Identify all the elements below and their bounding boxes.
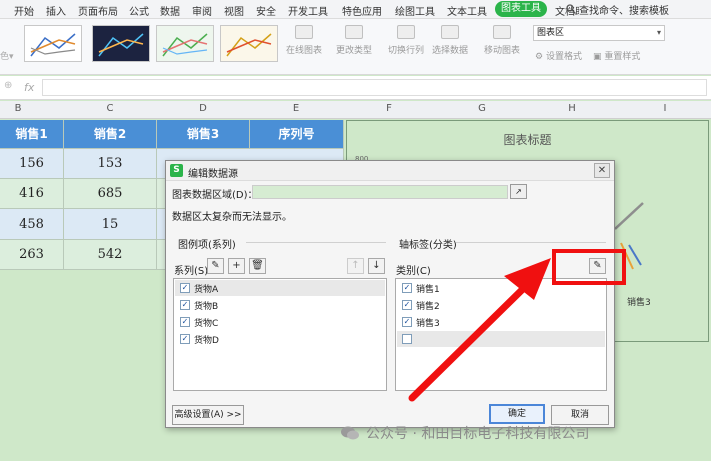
wechat-icon — [341, 426, 359, 440]
watermark-text: 公众号 · 和田目标电子科技有限公司 — [366, 426, 590, 442]
annotation-arrow — [408, 258, 551, 402]
watermark: 公众号 · 和田目标电子科技有限公司 — [340, 423, 589, 443]
